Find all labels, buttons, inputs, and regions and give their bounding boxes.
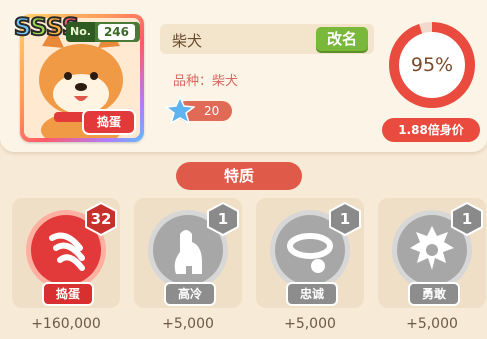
trait-count: 1 [339,210,351,228]
trait-card[interactable]: 32 捣蛋 [12,198,120,308]
trait-value: +5,000 [284,316,336,332]
pet-number-prefix: No. [66,22,95,42]
rename-button[interactable]: 改名 [316,27,368,51]
trait-value: +5,000 [162,316,214,332]
trait-card[interactable]: 1 勇敢 [378,198,486,308]
trait-value: +160,000 [31,316,101,332]
pet-name-box: 柴犬 改名 [160,24,374,54]
pet-level: 20 [204,104,220,118]
trait-count: 32 [90,210,112,228]
trait-value: +5,000 [406,316,458,332]
multiplier-pill: 1.88倍身价 [382,118,480,142]
trait-label: 高冷 [164,282,216,306]
star-icon [165,95,195,125]
traits-title: 特质 [176,162,302,190]
value-percent: 95% [410,54,454,76]
pet-name: 柴犬 [172,32,203,50]
trait-count: 1 [217,210,229,228]
trait-card[interactable]: 1 忠诚 [256,198,364,308]
pet-number-tag: No. 246 [66,22,140,42]
trait-label: 忠诚 [286,282,338,306]
pet-trait-badge: 捣蛋 [82,109,136,135]
rank-letter: S [29,12,48,42]
pet-breed: 品种：柴犬 [173,74,239,89]
pet-number: 246 [97,24,136,40]
trait-card[interactable]: 1 高冷 [134,198,242,308]
rank-letter: S [45,12,64,42]
trait-label: 勇敢 [408,282,460,306]
trait-label: 捣蛋 [42,282,94,306]
rank-letter: S [13,12,32,42]
trait-count: 1 [461,210,473,228]
